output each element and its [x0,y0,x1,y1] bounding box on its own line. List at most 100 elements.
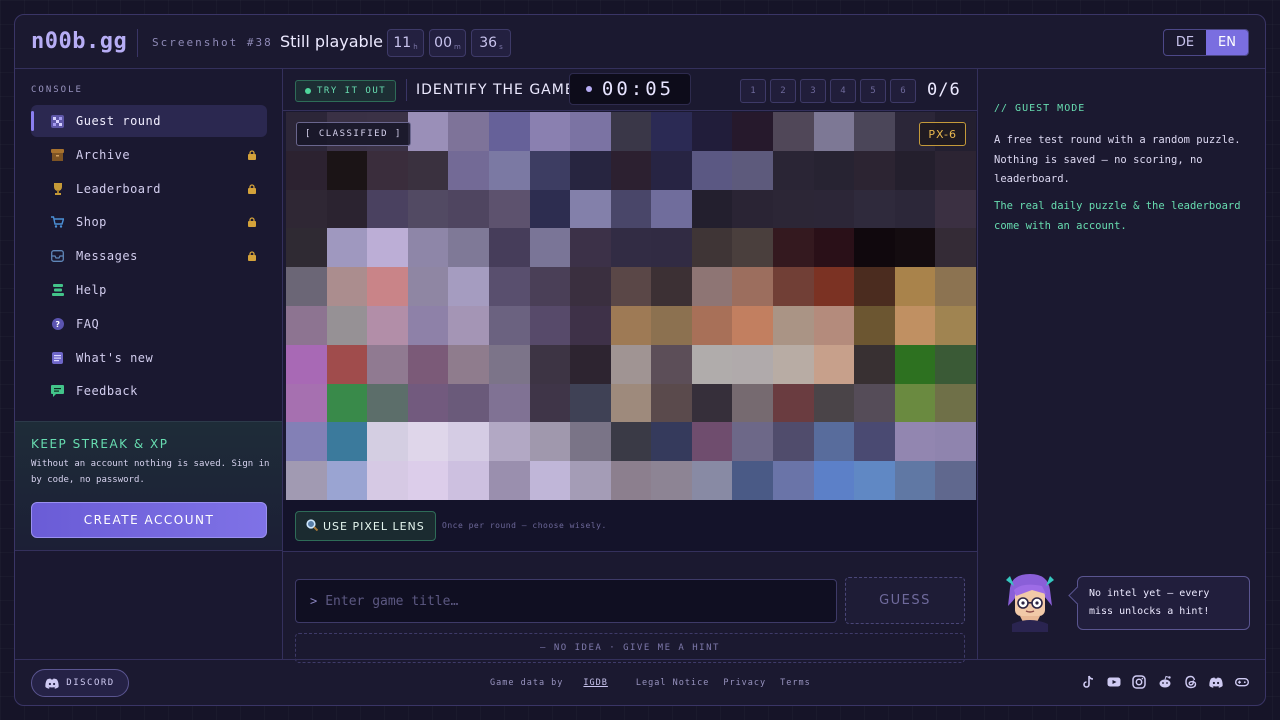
gamepad-icon[interactable] [1235,675,1249,689]
pixel-cell [286,189,327,229]
legal-notice-link[interactable]: Legal Notice [636,678,709,688]
guess-input[interactable]: > Enter game title… [295,579,837,623]
pixel-cell [651,344,692,384]
pixel-cell [407,112,449,151]
pixel-cell [286,150,327,190]
logo[interactable]: n00b.gg [31,29,127,54]
reddit-icon[interactable] [1158,675,1172,689]
pixel-cell [407,305,449,345]
pixel-cell [367,150,408,190]
sidebar-item-label: Leaderboard [76,181,161,196]
pixel-cell [773,305,814,345]
pixel-cell [326,150,368,190]
hint-speech-bubble: No intel yet — every miss unlocks a hint… [1077,576,1250,630]
discord-icon[interactable] [1209,675,1223,689]
pixel-cell [813,344,855,384]
language-en-button[interactable]: EN [1206,30,1248,55]
pixel-cell [813,150,855,190]
attempt-step: 1 [740,79,766,103]
chat-icon [51,385,64,398]
screenshot-label: Screenshot #38 [152,36,273,49]
pixel-cell [813,422,855,462]
pixel-cell [935,150,976,190]
sidebar-item-guest-round[interactable]: Guest round [31,105,267,137]
privacy-link[interactable]: Privacy [723,678,766,688]
guest-mode-account-note: The real daily puzzle & the leaderboard … [994,200,1241,232]
pixel-lens-button[interactable]: USE PIXEL LENS [295,511,436,541]
pixel-cell [732,383,774,423]
pixel-grid [286,112,976,500]
pixel-cell [894,461,936,500]
pixel-cell [570,150,611,190]
pixel-cell [651,305,692,345]
try-it-out-badge: TRY IT OUT [295,80,397,102]
sidebar-item-help[interactable]: Help [31,274,267,306]
sidebar-section-label: CONSOLE [31,85,83,95]
tiktok-icon[interactable] [1081,675,1095,689]
pixel-cell [854,461,895,500]
sidebar-item-label: Guest round [76,114,161,128]
sidebar-item-archive[interactable]: Archive [31,139,267,171]
language-de-button[interactable]: DE [1164,30,1206,55]
pixel-cell [854,344,895,384]
pixel-cell [610,461,652,500]
sidebar-item-messages[interactable]: Messages [31,240,267,272]
pixel-cell [732,305,774,345]
pixel-cell [286,267,327,306]
pixel-cell [326,267,368,306]
game-area: TRY IT OUT IDENTIFY THE GAME 00:05 1 2 3… [283,69,977,663]
pixel-cell [448,112,489,151]
pixel-cell [448,228,489,268]
guest-panel: // GUEST MODE A free test round with a r… [977,69,1265,659]
pixel-cell [570,267,611,306]
pixel-cell [570,112,611,151]
lock-icon [247,149,257,160]
try-it-out-label: TRY IT OUT [317,86,387,96]
sidebar-item-shop[interactable]: Shop [31,206,267,238]
sidebar-item-faq[interactable]: ? FAQ [31,308,267,340]
sidebar-item-label: Help [76,282,107,297]
pixel-lens-label: USE PIXEL LENS [323,519,425,533]
igdb-link[interactable]: IGDB [583,678,607,688]
pixel-cell [610,422,652,462]
pixel-cell [407,189,449,229]
pixel-cell [854,422,895,462]
pixel-cell [732,228,774,268]
pixelated-screenshot: [ CLASSIFIED ] PX-6 [286,112,976,500]
terms-link[interactable]: Terms [780,678,811,688]
youtube-icon[interactable] [1107,675,1121,689]
archive-box-icon [51,148,64,161]
pixel-cell [935,228,976,268]
pixel-cell [326,189,368,229]
pixel-cell [894,305,936,345]
pixel-cell [529,150,571,190]
guess-button[interactable]: GUESS [845,577,965,624]
pixel-cell [935,305,976,345]
pixel-cell [935,383,976,423]
instagram-icon[interactable] [1132,675,1146,689]
lens-row: USE PIXEL LENS Once per round — choose w… [283,500,977,552]
create-account-button[interactable]: CREATE ACCOUNT [31,502,267,538]
pixel-cell [894,422,936,462]
guest-mode-title: // GUEST MODE [994,103,1086,114]
lock-icon [247,216,257,228]
footer-links: Game data by IGDB Legal Notice Privacy Te… [490,678,825,688]
sidebar-item-whats-new[interactable]: What's new [31,342,267,374]
pixel-cell [854,228,895,268]
pixel-cell [488,267,530,306]
sidebar-item-leaderboard[interactable]: Leaderboard [31,173,267,205]
attempt-step: 5 [860,79,886,103]
pixel-cell [367,383,408,423]
attempt-step: 4 [830,79,856,103]
sidebar: CONSOLE Guest round Archive Leaderboard [15,69,283,659]
game-title: IDENTIFY THE GAME [416,82,575,98]
threads-icon[interactable] [1184,675,1198,689]
pixel-cell [529,461,571,500]
pixel-cell [651,267,692,306]
sidebar-nav: Guest round Archive Leaderboard Shop Mes… [31,105,267,409]
pixel-cell [407,344,449,384]
countdown-hours: 11 h [387,29,424,57]
sidebar-item-feedback[interactable]: Feedback [31,375,267,407]
grid-icon [51,114,64,128]
discord-button[interactable]: DISCORD [31,669,129,697]
